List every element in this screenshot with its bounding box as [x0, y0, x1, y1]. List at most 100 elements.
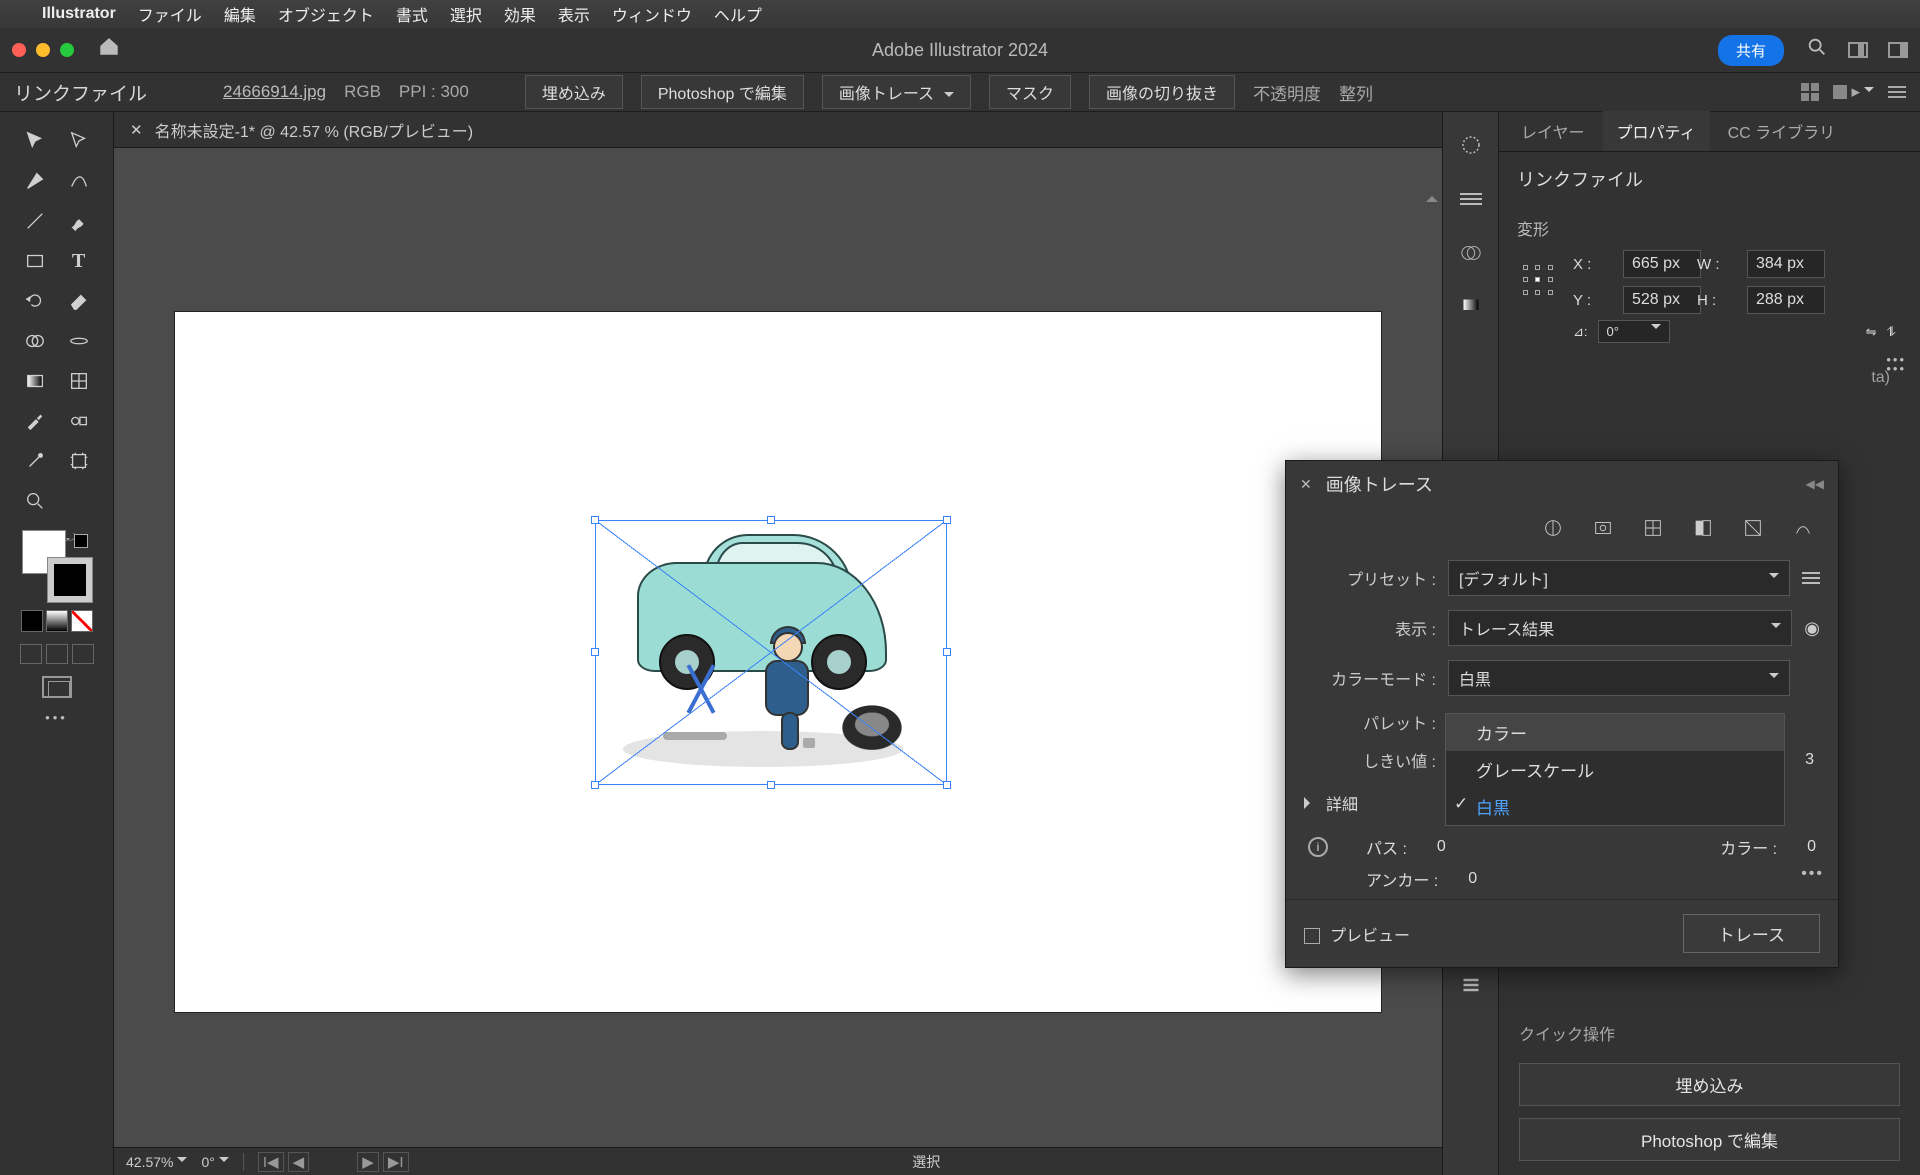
menu-edit[interactable]: 編集: [224, 2, 256, 26]
reference-point-icon[interactable]: [1523, 265, 1557, 299]
menu-file[interactable]: ファイル: [138, 2, 202, 26]
gradient-panel-icon[interactable]: [1451, 294, 1491, 320]
direct-selection-tool-icon[interactable]: [58, 122, 100, 160]
preview-checkbox[interactable]: プレビュー: [1304, 922, 1410, 946]
menu-window[interactable]: ウィンドウ: [612, 2, 692, 26]
draw-inside-icon[interactable]: [72, 644, 94, 664]
opacity-label[interactable]: 不透明度: [1253, 80, 1321, 105]
share-button[interactable]: 共有: [1718, 35, 1784, 66]
workspace-switcher-icon[interactable]: [1848, 42, 1868, 58]
selection-tool-icon[interactable]: [14, 122, 56, 160]
handle-se[interactable]: [943, 781, 951, 789]
type-tool-icon[interactable]: T: [58, 242, 100, 280]
arrange-dropdown-icon[interactable]: ▸: [1833, 82, 1874, 102]
appearance-more-icon[interactable]: •••: [1886, 361, 1906, 376]
menu-select[interactable]: 選択: [450, 2, 482, 26]
rotate-view-dropdown[interactable]: 0°: [201, 1154, 228, 1170]
artboard-tool-icon[interactable]: [58, 442, 100, 480]
edit-toolbar-icon[interactable]: •••: [45, 710, 68, 725]
mesh-tool-icon[interactable]: [58, 362, 100, 400]
zoom-tool-icon[interactable]: [14, 482, 56, 520]
tab-cc-libraries[interactable]: CC ライブラリ: [1714, 111, 1850, 151]
handle-s[interactable]: [767, 781, 775, 789]
linked-filename[interactable]: 24666914.jpg: [223, 82, 326, 102]
zoom-window-icon[interactable]: [60, 43, 74, 57]
shapebuilder-tool-icon[interactable]: [14, 322, 56, 360]
menu-view[interactable]: 表示: [558, 2, 590, 26]
menu-object[interactable]: オブジェクト: [278, 2, 374, 26]
outline-icon[interactable]: [1790, 515, 1816, 541]
transparency-panel-icon[interactable]: [1451, 240, 1491, 266]
screen-mode-icon[interactable]: [42, 676, 72, 698]
image-trace-dropdown[interactable]: 画像トレース: [822, 75, 971, 109]
selected-image[interactable]: [595, 520, 947, 785]
colormode-dropdown[interactable]: カラー グレースケール 白黒: [1445, 713, 1785, 826]
minimize-window-icon[interactable]: [36, 43, 50, 57]
trace-more-icon[interactable]: •••: [1801, 865, 1824, 883]
trace-button[interactable]: トレース: [1683, 914, 1820, 953]
menu-type[interactable]: 書式: [396, 2, 428, 26]
paintbrush-tool-icon[interactable]: [58, 202, 100, 240]
blend-tool-icon[interactable]: [58, 402, 100, 440]
dropdown-option-color[interactable]: カラー: [1446, 714, 1784, 751]
default-fill-stroke-icon[interactable]: [74, 534, 88, 548]
artboard-navigation[interactable]: I◀◀ ▶▶I: [258, 1152, 409, 1172]
grayscale-icon[interactable]: [1690, 515, 1716, 541]
low-color-icon[interactable]: [1640, 515, 1666, 541]
artboard[interactable]: [175, 312, 1381, 1012]
layers-panel-icon[interactable]: [1451, 186, 1491, 212]
w-field[interactable]: 384 px: [1747, 250, 1825, 278]
handle-n[interactable]: [767, 516, 775, 524]
tab-properties[interactable]: プロパティ: [1603, 111, 1710, 151]
embed-button[interactable]: 埋め込み: [525, 75, 623, 109]
menubar-app[interactable]: Illustrator: [42, 5, 116, 23]
mask-button[interactable]: マスク: [989, 75, 1071, 109]
home-icon[interactable]: [98, 36, 120, 64]
menu-effect[interactable]: 効果: [504, 2, 536, 26]
image-trace-panel[interactable]: ✕ 画像トレース ◀◀ プリセット : [デフォルト] 表示 : トレース結果 …: [1285, 460, 1839, 968]
zoom-level-dropdown[interactable]: 42.57%: [126, 1154, 187, 1170]
appearance-panel-icon[interactable]: [1451, 132, 1491, 158]
quick-embed-button[interactable]: 埋め込み: [1519, 1063, 1900, 1106]
x-field[interactable]: 665 px: [1623, 250, 1701, 278]
menu-help[interactable]: ヘルプ: [714, 2, 762, 26]
h-field[interactable]: 288 px: [1747, 286, 1825, 314]
rotate-tool-icon[interactable]: [14, 282, 56, 320]
crop-image-button[interactable]: 画像の切り抜き: [1089, 75, 1235, 109]
handle-ne[interactable]: [943, 516, 951, 524]
scroll-up-icon[interactable]: [1426, 190, 1438, 202]
tab-layers[interactable]: レイヤー: [1507, 111, 1599, 151]
high-color-icon[interactable]: [1590, 515, 1616, 541]
auto-color-icon[interactable]: [1540, 515, 1566, 541]
flip-horizontal-icon[interactable]: ⇋: [1866, 324, 1877, 340]
close-tab-icon[interactable]: ✕: [130, 121, 143, 139]
handle-nw[interactable]: [591, 516, 599, 524]
pen-tool-icon[interactable]: [14, 162, 56, 200]
panel-toggle-icon[interactable]: [1888, 42, 1908, 58]
document-tab[interactable]: ✕ 名称未設定-1* @ 42.57 % (RGB/プレビュー): [114, 112, 1442, 148]
draw-normal-icon[interactable]: [20, 644, 42, 664]
angle-field[interactable]: 0°: [1598, 320, 1670, 343]
handle-e[interactable]: [943, 648, 951, 656]
draw-behind-icon[interactable]: [46, 644, 68, 664]
stroke-swatch[interactable]: [48, 558, 92, 602]
preset-select[interactable]: [デフォルト]: [1448, 560, 1790, 596]
eraser-tool-icon[interactable]: [58, 282, 100, 320]
quick-edit-photoshop-button[interactable]: Photoshop で編集: [1519, 1118, 1900, 1161]
grid-icon[interactable]: [1801, 83, 1819, 101]
flip-vertical-icon[interactable]: ⥮: [1887, 324, 1896, 340]
gradient-tool-icon[interactable]: [14, 362, 56, 400]
collapse-panel-icon[interactable]: ◀◀: [1806, 477, 1824, 491]
handle-w[interactable]: [591, 648, 599, 656]
symbol-sprayer-tool-icon[interactable]: [14, 442, 56, 480]
view-toggle-icon[interactable]: ◉: [1804, 618, 1820, 639]
eyedropper-tool-icon[interactable]: [14, 402, 56, 440]
close-panel-icon[interactable]: ✕: [1300, 476, 1312, 493]
solid-color-chip[interactable]: [21, 610, 43, 632]
dropdown-option-bw[interactable]: 白黒: [1446, 788, 1784, 825]
gradient-chip[interactable]: [46, 610, 68, 632]
colormode-select[interactable]: 白黒: [1448, 660, 1790, 696]
preset-menu-icon[interactable]: [1802, 572, 1820, 584]
width-tool-icon[interactable]: [58, 322, 100, 360]
panel-menu-icon[interactable]: [1888, 86, 1906, 98]
